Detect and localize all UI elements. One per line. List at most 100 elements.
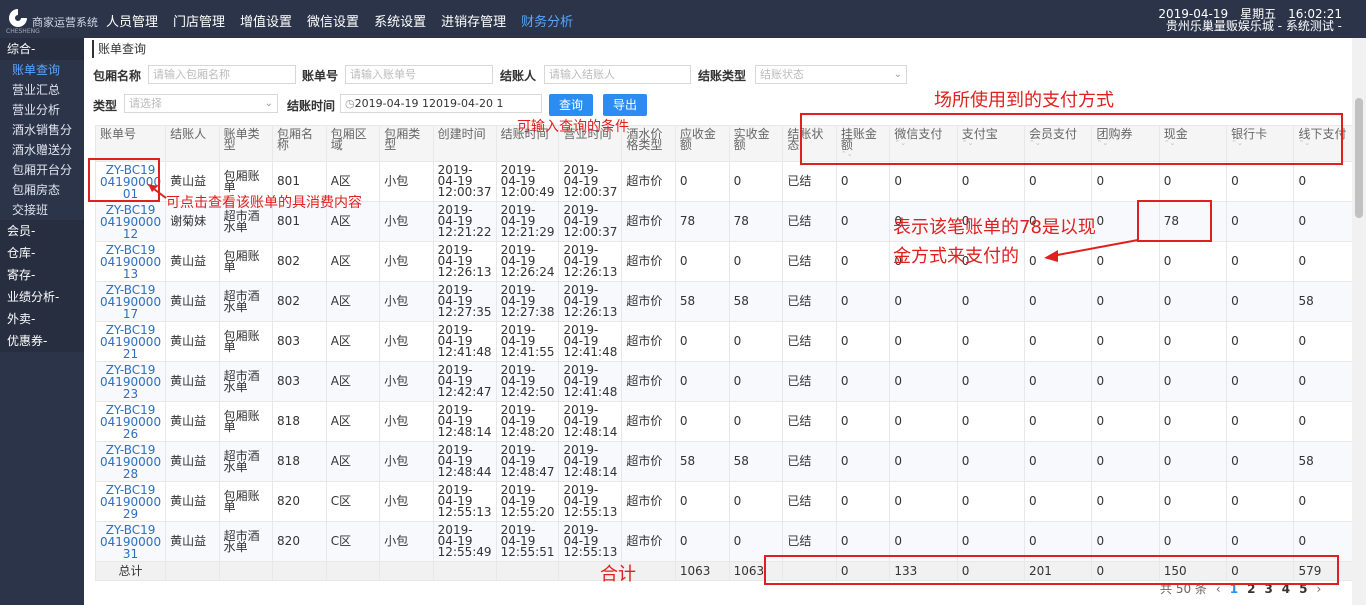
sidebar-group[interactable]: 优惠券- xyxy=(0,330,84,352)
column-header[interactable]: 实收金额 xyxy=(728,125,784,162)
table-cell: 小包 xyxy=(379,321,434,362)
table-cell: 黄山益 xyxy=(165,441,220,482)
settle-time-range[interactable]: ◷2019-04-19 12019-04-20 1 xyxy=(340,94,542,113)
table-cell: 0 xyxy=(956,441,1026,482)
settle-type-select[interactable]: 结账状态 ⌄ xyxy=(755,65,907,84)
nav-item[interactable]: 系统设置 xyxy=(374,11,426,30)
query-button[interactable]: 查询 xyxy=(549,94,593,116)
sidebar-item[interactable]: 酒水销售分 xyxy=(0,120,84,140)
table-cell: 0 xyxy=(1091,321,1160,362)
table-cell: 小包 xyxy=(379,401,434,442)
bill-no-link[interactable]: ZY-BC19 04190000 31 xyxy=(94,521,167,562)
table-cell: 0 xyxy=(1158,241,1228,282)
table-cell: 0 xyxy=(1158,441,1228,482)
table-cell: 超市价 xyxy=(621,401,676,442)
bill-no-input[interactable]: 请输入账单号 xyxy=(345,65,493,84)
column-header[interactable]: 包厢类型 xyxy=(379,125,434,162)
bill-no-link[interactable]: ZY-BC19 04190000 17 xyxy=(94,281,167,322)
scrollbar[interactable] xyxy=(1352,38,1366,605)
sidebar-item[interactable]: 账单查询 xyxy=(0,60,84,80)
column-header[interactable]: 应收金额 xyxy=(674,125,730,162)
table-row[interactable]: ZY-BC19 04190000 21 黄山益 包厢账单 803 A区 小包 2019-04… xyxy=(94,321,1366,362)
table-row[interactable]: ZY-BC19 04190000 26 黄山益 包厢账单 818 A区 小包 2019-04… xyxy=(94,401,1366,442)
nav-item[interactable]: 微信设置 xyxy=(307,11,359,30)
column-header[interactable]: 酒水价格类型 xyxy=(621,125,676,162)
table-row[interactable]: ZY-BC19 04190000 29 黄山益 包厢账单 820 C区 小包 2019-04… xyxy=(94,481,1366,522)
table-cell: 0 xyxy=(1226,361,1295,402)
table-cell: 0 xyxy=(728,361,784,402)
table-cell: 0 xyxy=(889,481,958,522)
bill-no-link[interactable]: ZY-BC19 04190000 21 xyxy=(94,321,167,362)
table-cell: C区 xyxy=(325,481,381,522)
annotation-click-detail: 可点击查看该账单的具消费内容 xyxy=(166,195,362,211)
total-cell xyxy=(218,561,274,581)
bill-no-link[interactable]: ZY-BC19 04190000 12 xyxy=(94,201,167,242)
table-cell: 818 xyxy=(272,441,327,482)
bill-no-link[interactable]: ZY-BC19 04190000 28 xyxy=(94,441,167,482)
table-row[interactable]: ZY-BC19 04190000 23 黄山益 超市酒水单 803 A区 小包 2019-0… xyxy=(94,361,1366,402)
total-cell xyxy=(325,561,381,581)
column-header-label: 酒水价格类型 xyxy=(626,127,663,152)
column-header[interactable]: 账单类型 xyxy=(218,125,274,162)
nav-item[interactable]: 财务分析 xyxy=(521,11,573,30)
table-cell: 超市价 xyxy=(621,241,676,282)
sidebar-group[interactable]: 仓库- xyxy=(0,242,84,264)
sidebar-group[interactable]: 综合- xyxy=(0,38,84,60)
table-cell: 2019-04-19 12:27:35 xyxy=(432,281,497,322)
sidebar-item[interactable]: 交接班 xyxy=(0,200,84,220)
room-name-input[interactable]: 请输入包厢名称 xyxy=(148,65,296,84)
column-header[interactable]: 包厢区域 xyxy=(325,125,381,162)
bill-no-link[interactable]: ZY-BC19 04190000 29 xyxy=(94,481,167,522)
table-cell: 803 xyxy=(272,321,327,362)
sidebar-group[interactable]: 外卖- xyxy=(0,308,84,330)
table-cell: 58 xyxy=(674,281,730,322)
table-row[interactable]: ZY-BC19 04190000 13 黄山益 包厢账单 802 A区 小包 2019-04… xyxy=(94,241,1366,282)
sidebar-group[interactable]: 业绩分析- xyxy=(0,286,84,308)
table-cell: 0 xyxy=(1091,361,1160,402)
nav-item[interactable]: 增值设置 xyxy=(240,11,292,30)
column-header[interactable]: 结账人 xyxy=(165,125,220,162)
table-row[interactable]: ZY-BC19 04190000 17 黄山益 超市酒水单 802 A区 小包 2019-0… xyxy=(94,281,1366,322)
sidebar-item[interactable]: 酒水赠送分 xyxy=(0,140,84,160)
column-header[interactable]: 账单号 xyxy=(94,125,167,162)
table-cell: 0 xyxy=(1024,161,1093,202)
sidebar-group[interactable]: 会员- xyxy=(0,220,84,242)
nav-item[interactable]: 门店管理 xyxy=(173,11,225,30)
table-cell: 0 xyxy=(1226,281,1295,322)
table-cell: 0 xyxy=(1158,161,1228,202)
nav-item[interactable]: 人员管理 xyxy=(106,11,158,30)
export-button[interactable]: 导出 xyxy=(603,94,647,116)
annotation-payment-methods: 场所使用到的支付方式 xyxy=(934,90,1114,111)
bill-no-link[interactable]: ZY-BC19 04190000 13 xyxy=(94,241,167,282)
table-cell: 0 xyxy=(1091,161,1160,202)
table-cell: A区 xyxy=(325,241,381,282)
cashier-input[interactable]: 请输入结账人 xyxy=(544,65,691,84)
table-cell: 0 xyxy=(1024,361,1093,402)
chevron-down-icon: ⌄ xyxy=(893,69,902,80)
sidebar-group[interactable]: 寄存- xyxy=(0,264,84,286)
bill-no-link[interactable]: ZY-BC19 04190000 26 xyxy=(94,401,167,442)
annotation-total: 合计 xyxy=(600,564,636,585)
table-cell: 820 xyxy=(272,521,327,562)
sidebar-item[interactable]: 营业汇总 xyxy=(0,80,84,100)
table-cell: 2019-04-19 12:26:13 xyxy=(432,241,497,282)
table-cell: 0 xyxy=(1226,441,1295,482)
type-select[interactable]: 请选择 ⌄ xyxy=(124,94,278,113)
scroll-thumb[interactable] xyxy=(1355,98,1363,218)
column-header[interactable]: 创建时间 xyxy=(432,125,497,162)
table-cell: 已结 xyxy=(782,281,837,322)
table-cell: 2019-04-19 12:00:49 xyxy=(495,161,560,202)
nav-item[interactable]: 进销存管理 xyxy=(441,11,506,30)
sidebar-item[interactable]: 包厢房态 xyxy=(0,180,84,200)
settle-type-label: 结账类型 xyxy=(698,69,747,83)
table-cell: 0 xyxy=(1158,281,1228,322)
sidebar-item[interactable]: 营业分析 xyxy=(0,100,84,120)
sidebar-item[interactable]: 包厢开台分 xyxy=(0,160,84,180)
column-header[interactable]: 包厢名称 xyxy=(272,125,327,162)
bill-no-link[interactable]: ZY-BC19 04190000 23 xyxy=(94,361,167,402)
column-header-label: 包厢区域 xyxy=(330,127,367,152)
total-cell xyxy=(495,561,560,581)
table-row[interactable]: ZY-BC19 04190000 28 黄山益 超市酒水单 818 A区 小包 2019-0… xyxy=(94,441,1366,482)
table-cell: 2019-04-19 12:55:13 xyxy=(558,481,623,522)
table-cell: 已结 xyxy=(782,161,837,202)
